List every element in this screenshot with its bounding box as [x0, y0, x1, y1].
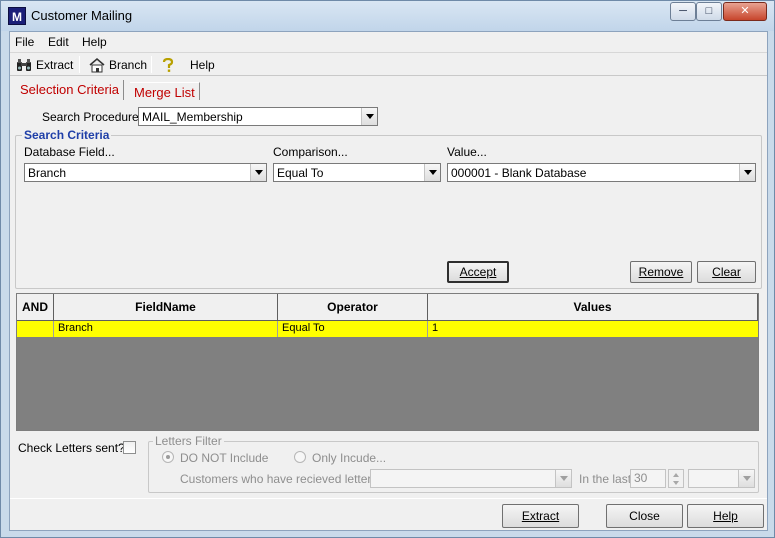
chevron-down-icon[interactable]: [738, 470, 754, 487]
menu-help[interactable]: Help: [82, 35, 107, 49]
period-select[interactable]: [688, 469, 755, 488]
days-input[interactable]: 30: [630, 469, 666, 488]
close-button-label: Close: [629, 509, 660, 523]
check-letters-checkbox[interactable]: [123, 441, 136, 454]
close-button[interactable]: Close: [606, 504, 683, 528]
only-include-radio[interactable]: [294, 451, 306, 463]
customers-received-label: Customers who have recieved letter...: [180, 472, 381, 486]
help-button-label: Help: [713, 509, 738, 523]
check-letters-label: Check Letters sent?: [18, 441, 125, 455]
minimize-button[interactable]: ─: [670, 2, 696, 21]
home-icon: [89, 57, 105, 72]
toolbar-separator: [79, 56, 80, 73]
letters-filter-title: Letters Filter: [153, 434, 224, 448]
toolbar-help-button[interactable]: Help: [162, 56, 215, 74]
days-spinner[interactable]: [668, 469, 684, 488]
chevron-down-icon[interactable]: [739, 164, 755, 181]
table-row[interactable]: Branch Equal To 1: [17, 321, 758, 337]
in-the-last-label: In the last: [579, 472, 632, 486]
footer-separator: [10, 498, 767, 499]
accept-button[interactable]: Accept: [447, 261, 509, 283]
value-value: 000001 - Blank Database: [451, 166, 587, 180]
comparison-value: Equal To: [277, 166, 324, 180]
tab-merge-list[interactable]: Merge List: [130, 82, 200, 100]
extract-button[interactable]: Extract: [502, 504, 579, 528]
close-window-button[interactable]: ✕: [723, 2, 767, 21]
maximize-button[interactable]: □: [696, 2, 722, 21]
search-procedure-value: MAIL_Membership: [142, 110, 243, 124]
do-not-include-radio[interactable]: [162, 451, 174, 463]
chevron-down-icon[interactable]: [361, 108, 377, 125]
toolbar: Extract Branch Help: [10, 52, 767, 76]
remove-button[interactable]: Remove: [630, 261, 692, 283]
customer-mailing-window: M Customer Mailing ─ □ ✕ File Edit Help …: [0, 0, 775, 538]
toolbar-extract-button[interactable]: Extract: [16, 56, 73, 74]
cell-operator: Equal To: [278, 321, 428, 337]
toolbar-branch-label: Branch: [109, 58, 148, 72]
cell-and: [17, 321, 54, 337]
search-procedure-select[interactable]: MAIL_Membership: [138, 107, 378, 126]
client-area: File Edit Help Extract Branch Help Selec…: [9, 31, 768, 531]
criteria-grid[interactable]: AND FieldName Operator Values Branch Equ…: [16, 293, 759, 431]
value-label: Value...: [447, 145, 487, 159]
clear-button[interactable]: Clear: [697, 261, 756, 283]
toolbar-branch-button[interactable]: Branch: [89, 56, 147, 74]
menu-file[interactable]: File: [15, 35, 34, 49]
value-select[interactable]: 000001 - Blank Database: [447, 163, 756, 182]
help-question-icon: [162, 57, 174, 72]
accept-button-label: Accept: [459, 265, 497, 279]
toolbar-extract-label: Extract: [36, 58, 74, 72]
help-button[interactable]: Help: [687, 504, 764, 528]
search-criteria-title: Search Criteria: [22, 128, 112, 142]
comparison-label: Comparison...: [273, 145, 348, 159]
chevron-down-icon[interactable]: [250, 164, 266, 181]
extract-button-label: Extract: [521, 509, 560, 523]
window-title: Customer Mailing: [31, 8, 133, 23]
chevron-down-icon[interactable]: [555, 470, 571, 487]
letter-select[interactable]: [370, 469, 572, 488]
grid-header: AND FieldName Operator Values: [17, 294, 758, 321]
tab-selection-criteria[interactable]: Selection Criteria: [16, 80, 124, 100]
do-not-include-label: DO NOT Include: [180, 451, 269, 465]
chevron-down-icon[interactable]: [424, 164, 440, 181]
toolbar-help-label: Help: [190, 58, 215, 72]
menu-edit[interactable]: Edit: [48, 35, 69, 49]
database-field-label: Database Field...: [24, 145, 115, 159]
cell-fieldname: Branch: [54, 321, 278, 337]
clear-button-label: Clear: [712, 265, 741, 279]
column-header-operator[interactable]: Operator: [278, 294, 428, 321]
menu-bar: File Edit Help: [10, 32, 767, 52]
only-include-label: Only Incude...: [312, 451, 387, 465]
search-procedure-label: Search Procedure:: [42, 110, 143, 124]
database-field-select[interactable]: Branch: [24, 163, 267, 182]
database-field-value: Branch: [28, 166, 67, 180]
toolbar-separator: [151, 56, 152, 73]
comparison-select[interactable]: Equal To: [273, 163, 441, 182]
column-header-values[interactable]: Values: [428, 294, 758, 321]
app-icon: M: [8, 7, 26, 25]
binoculars-icon: [17, 59, 31, 71]
column-header-and[interactable]: AND: [17, 294, 54, 321]
column-header-fieldname[interactable]: FieldName: [54, 294, 278, 321]
cell-values: 1: [432, 322, 439, 334]
title-bar[interactable]: M Customer Mailing ─ □ ✕: [1, 1, 774, 31]
remove-button-label: Remove: [638, 265, 684, 279]
